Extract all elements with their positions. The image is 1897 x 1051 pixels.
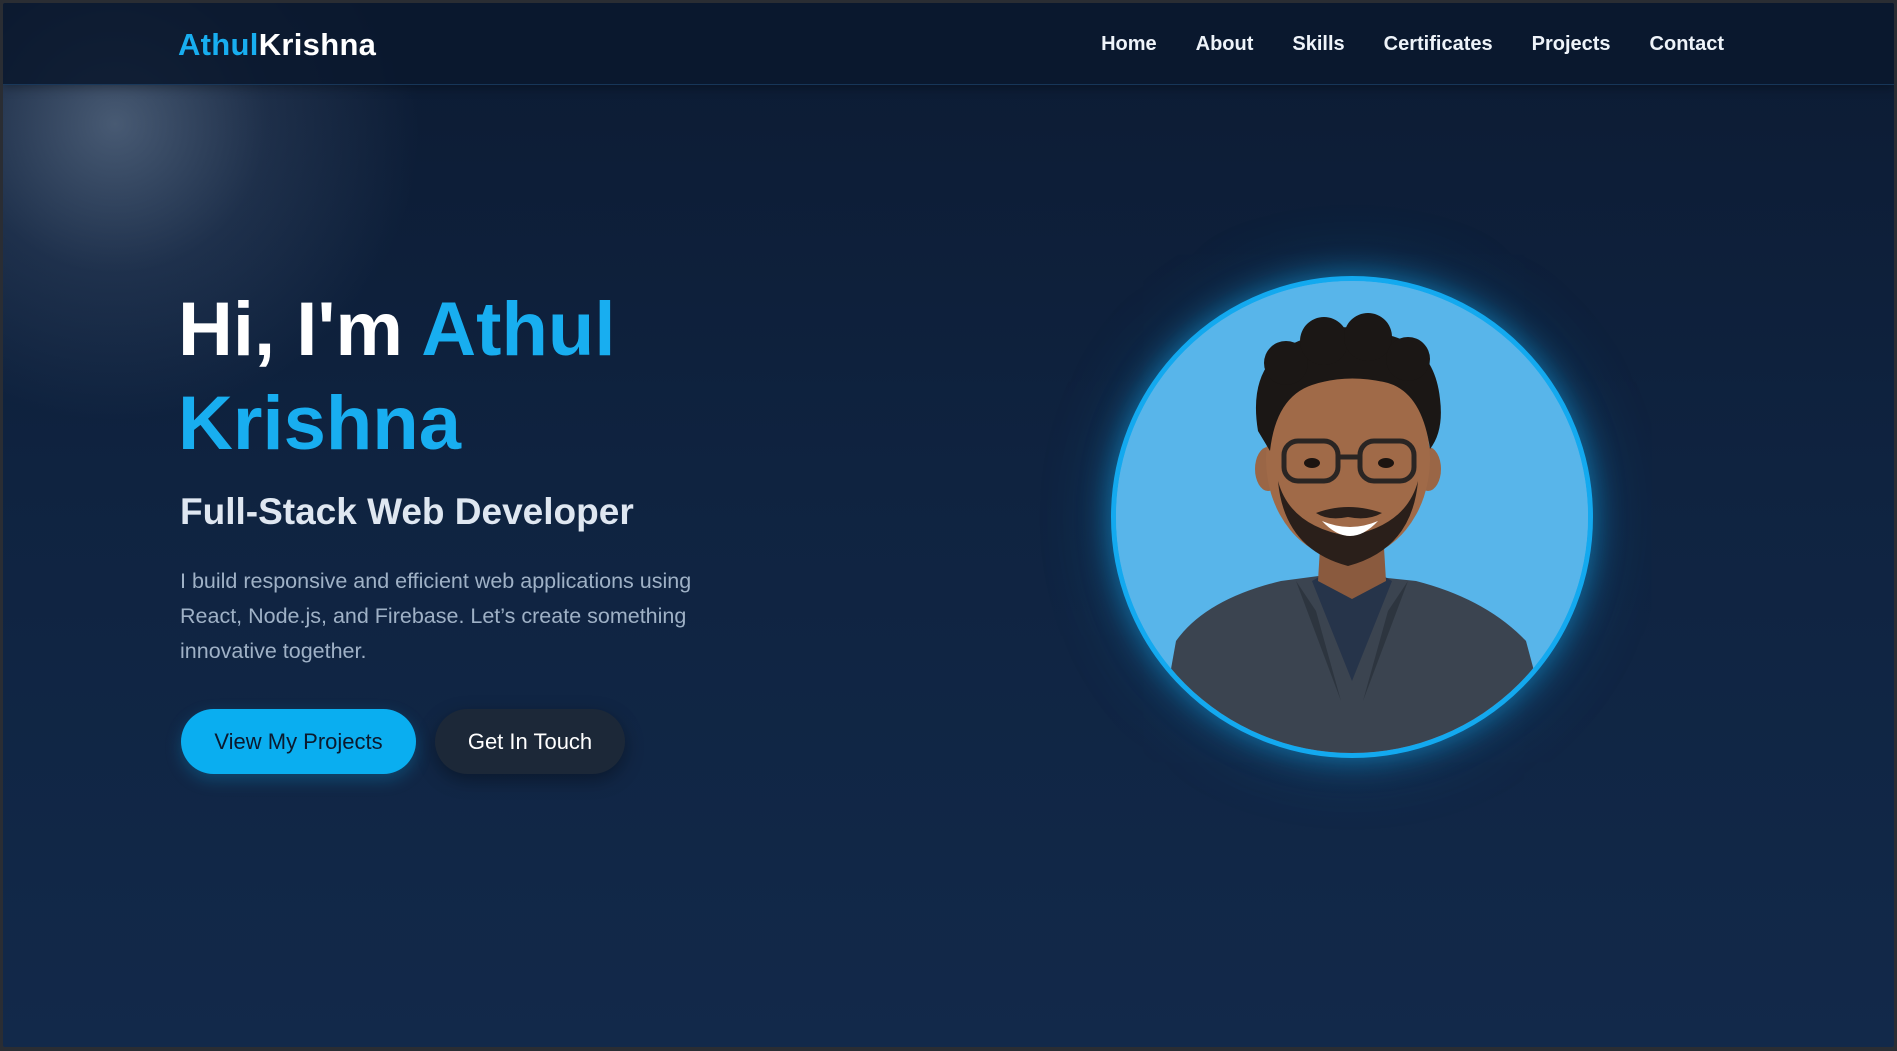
hero-description: I build responsive and efficient web app… [180, 569, 692, 663]
profile-photo [1111, 276, 1593, 758]
nav-link-projects[interactable]: Projects [1532, 33, 1611, 56]
get-in-touch-button[interactable]: Get In Touch [435, 709, 625, 774]
nav-link-skills[interactable]: Skills [1292, 33, 1344, 56]
nav-link-about[interactable]: About [1196, 33, 1254, 56]
hero-greeting: Hi, I'm [178, 287, 422, 372]
logo-first-name: Athul [178, 27, 259, 62]
hero-subtitle: Full-Stack Web Developer [180, 491, 634, 532]
site-logo[interactable]: AthulKrishna [178, 27, 376, 63]
profile-photo-icon [1116, 281, 1588, 753]
nav-links: Home About Skills Certificates Projects … [1101, 33, 1724, 56]
hero-title: Hi, I'm Athul Krishna [178, 283, 878, 471]
navbar: AthulKrishna Home About Skills Certifica… [3, 3, 1894, 85]
nav-link-home[interactable]: Home [1101, 33, 1157, 56]
page-frame: AthulKrishna Home About Skills Certifica… [3, 3, 1894, 1047]
logo-last-name: Krishna [258, 27, 377, 62]
view-projects-button[interactable]: View My Projects [181, 709, 416, 774]
nav-link-contact[interactable]: Contact [1650, 33, 1724, 56]
nav-link-certificates[interactable]: Certificates [1384, 33, 1493, 56]
